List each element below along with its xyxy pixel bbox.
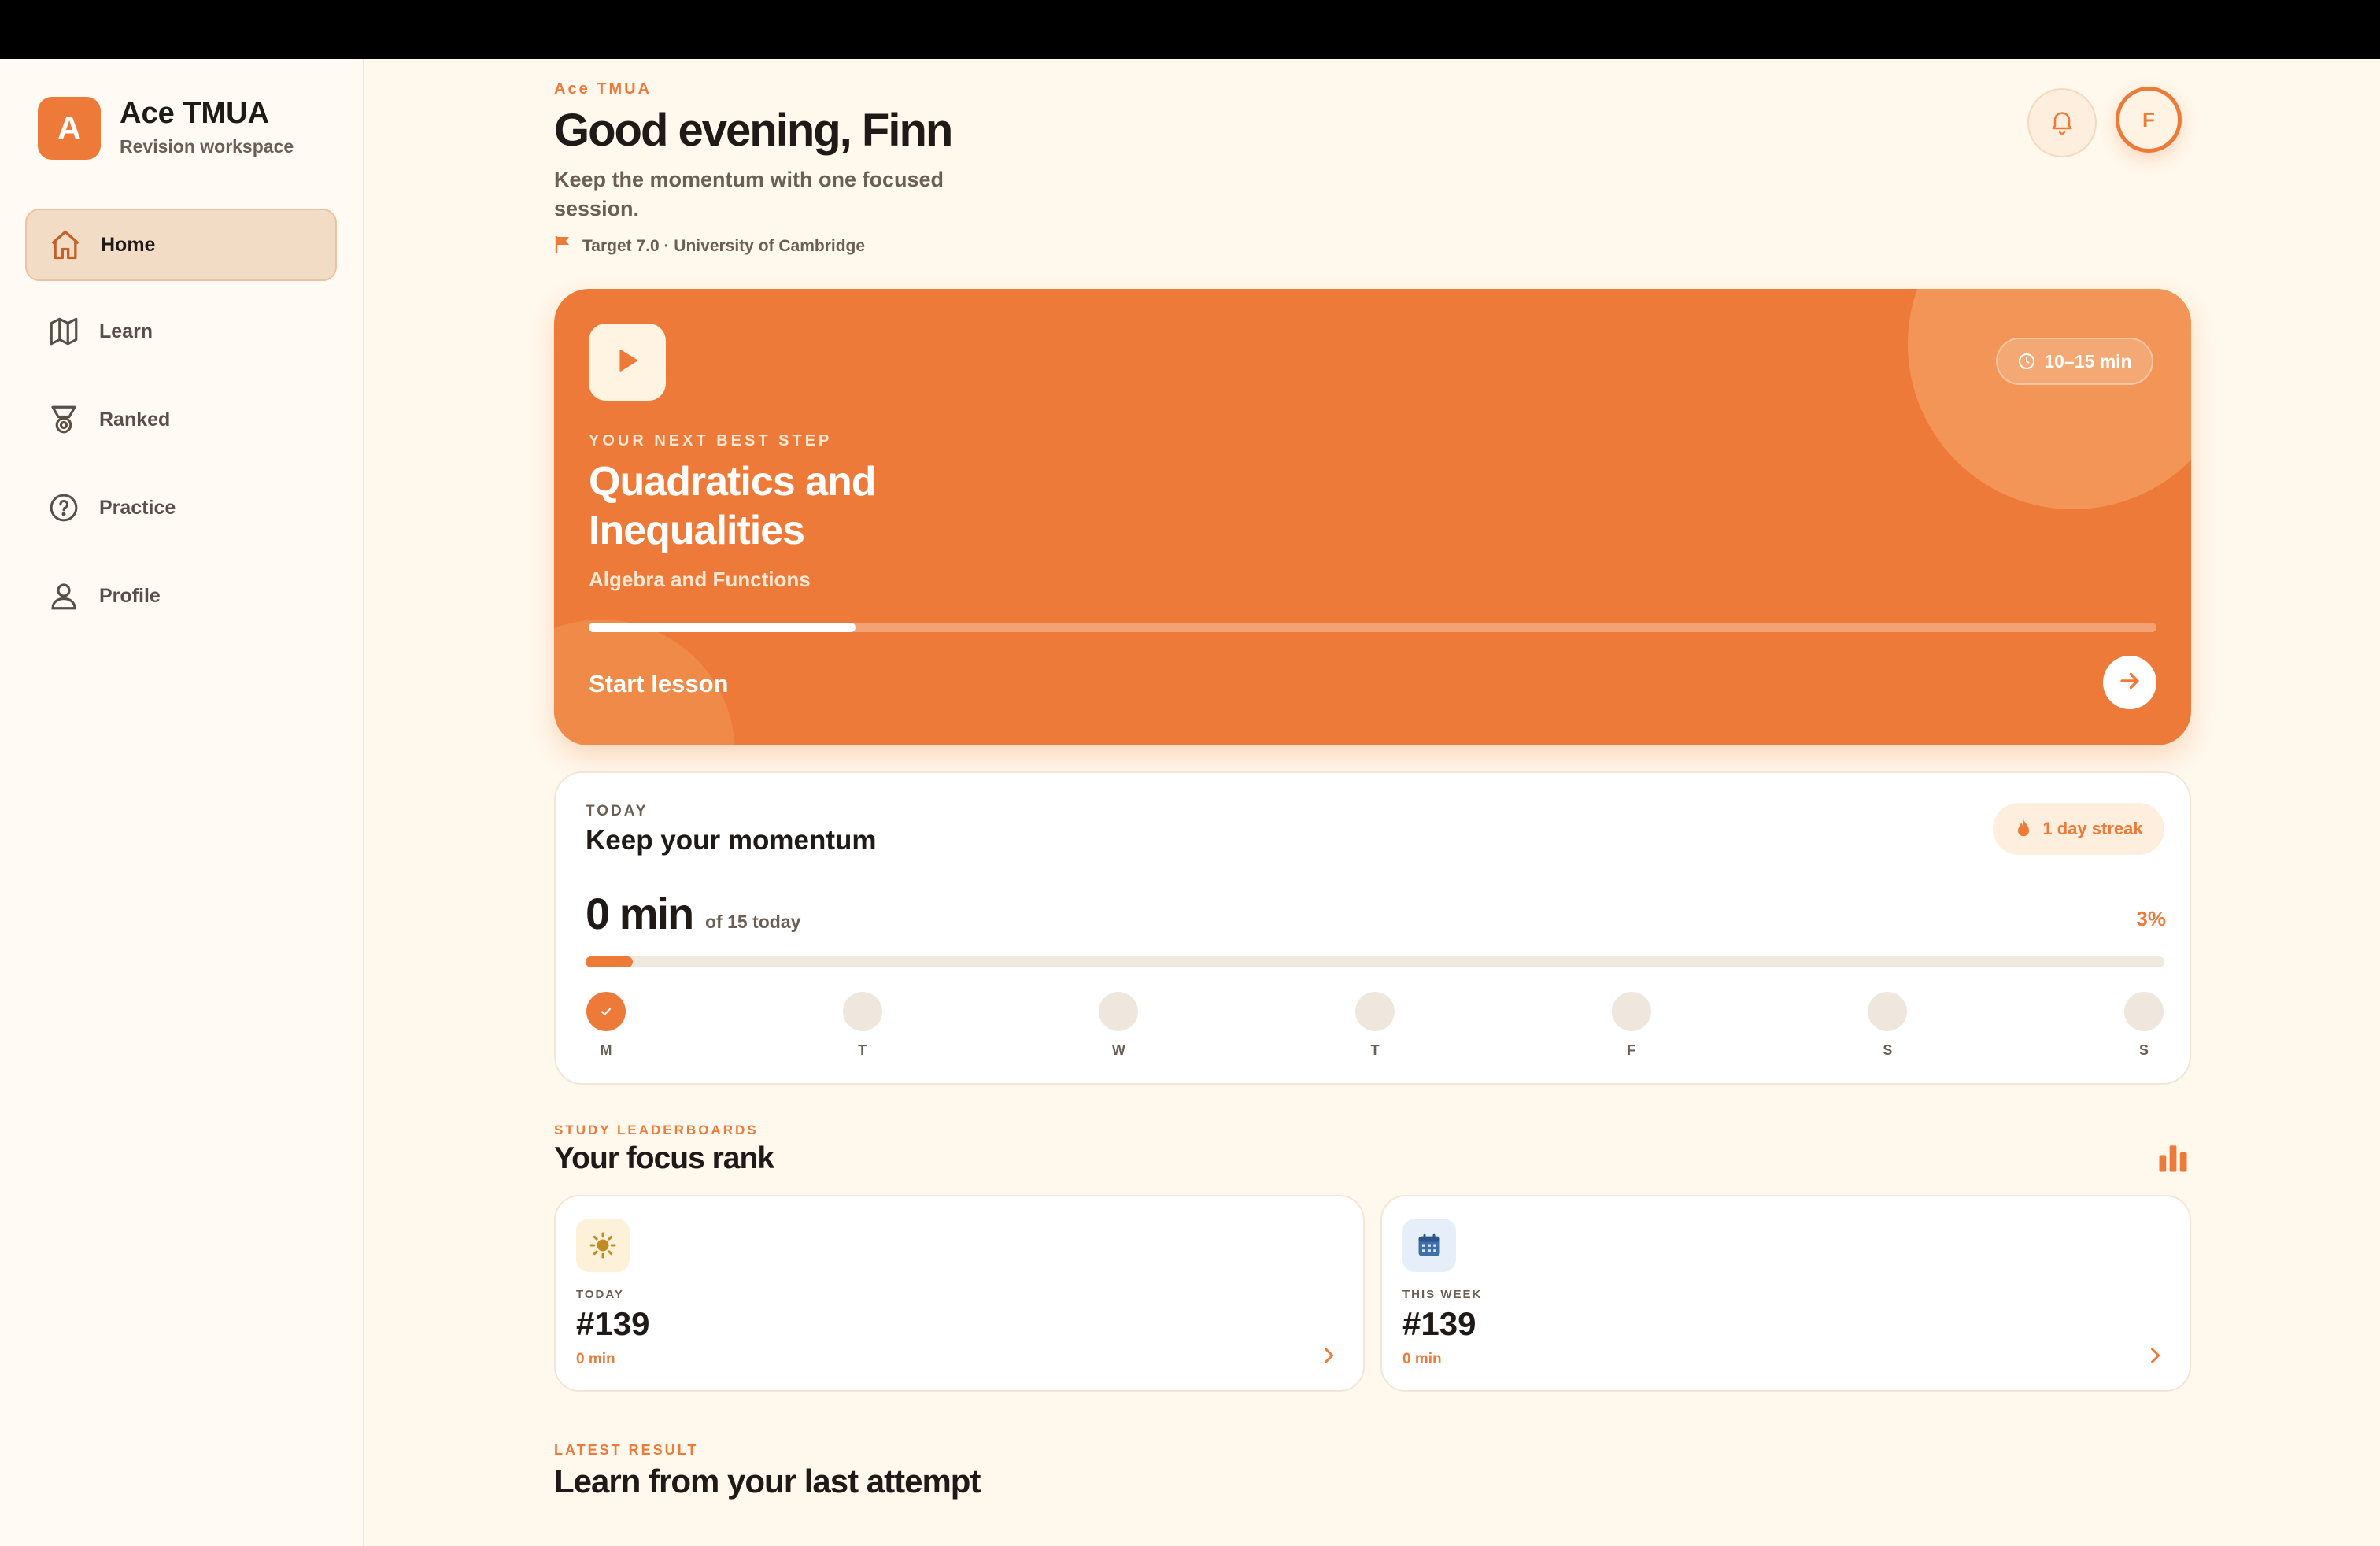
hero-eyebrow: YOUR NEXT BEST STEP	[589, 432, 833, 449]
sidebar-item-profile[interactable]: Profile	[25, 560, 337, 632]
day-label: S	[1883, 1042, 1893, 1058]
week-days: M T W T F S S	[586, 992, 2164, 1063]
day-item: S	[2123, 992, 2164, 1059]
bell-icon	[2048, 107, 2076, 139]
target-text: Target 7.0 · University of Cambridge	[582, 237, 866, 255]
rank-value: #139	[576, 1305, 650, 1342]
app-title: Ace TMUA	[120, 97, 270, 130]
medal-icon	[46, 401, 82, 438]
sidebar-item-label: Practice	[99, 496, 176, 519]
daily-progress-bar	[586, 956, 2164, 967]
play-button[interactable]	[589, 324, 666, 401]
day-label: T	[1370, 1042, 1380, 1058]
user-icon	[46, 578, 82, 614]
map-icon	[46, 313, 82, 350]
avatar[interactable]: F	[2116, 87, 2182, 153]
day-dot	[2124, 992, 2164, 1031]
flame-icon	[2014, 818, 2033, 840]
window-top-bar	[0, 0, 2380, 59]
start-lesson-button[interactable]: Start lesson	[589, 670, 728, 698]
day-dot	[586, 992, 626, 1031]
clock-icon	[2017, 352, 2036, 371]
minutes-goal: of 15 today	[705, 912, 801, 932]
header-eyebrow: Ace TMUA	[554, 80, 652, 98]
progress-percent: 3%	[2136, 907, 2166, 930]
next-step-card[interactable]: 10–15 min YOUR NEXT BEST STEP Quadratics…	[554, 289, 2191, 745]
chevron-right-icon	[1318, 1344, 1340, 1370]
sidebar-item-ranked[interactable]: Ranked	[25, 383, 337, 456]
notifications-button[interactable]	[2027, 88, 2097, 157]
day-item: W	[1098, 992, 1139, 1059]
leaderboards-eyebrow: STUDY LEADERBOARDS	[554, 1123, 759, 1137]
rank-period: TODAY	[576, 1288, 624, 1301]
streak-text: 1 day streak	[2042, 819, 2143, 838]
sidebar-item-label: Profile	[99, 584, 161, 607]
latest-result-title: Learn from your last attempt	[554, 1463, 981, 1500]
day-dot	[1611, 992, 1651, 1031]
lesson-progress-fill	[589, 623, 856, 632]
minutes-today: 0 min	[586, 889, 694, 938]
sidebar-item-learn[interactable]: Learn	[25, 295, 337, 368]
calendar-icon	[1402, 1219, 1456, 1272]
lesson-topic: Algebra and Functions	[589, 568, 811, 591]
sidebar-item-home[interactable]: Home	[25, 209, 337, 281]
duration-text: 10–15 min	[2044, 350, 2132, 372]
page-subtitle: Keep the momentum with one focused sessi…	[554, 168, 944, 220]
day-dot	[1099, 992, 1139, 1031]
app-logo[interactable]: A	[38, 97, 101, 160]
day-item: M	[586, 992, 626, 1059]
rank-period: THIS WEEK	[1402, 1288, 1483, 1301]
momentum-eyebrow: TODAY	[586, 803, 649, 819]
lesson-progress-bar	[589, 623, 2156, 632]
day-label: T	[858, 1042, 867, 1058]
app-subtitle: Revision workspace	[120, 136, 294, 157]
rank-card-today[interactable]: TODAY #139 0 min	[554, 1195, 1365, 1392]
decor-circle	[1908, 289, 2191, 509]
day-item: S	[1867, 992, 1908, 1059]
streak-badge: 1 day streak	[1993, 803, 2164, 855]
day-label: F	[1627, 1042, 1636, 1058]
rank-card-week[interactable]: THIS WEEK #139 0 min	[1380, 1195, 2191, 1392]
rank-minutes: 0 min	[1402, 1351, 1442, 1367]
chevron-right-icon	[2144, 1344, 2166, 1370]
home-icon	[47, 227, 83, 263]
page-title: Good evening, Finn	[554, 105, 953, 156]
lesson-title: Quadratics and Inequalities	[589, 459, 877, 553]
day-item: F	[1611, 992, 1652, 1059]
target-info: Target 7.0 · University of Cambridge	[554, 235, 865, 258]
duration-badge: 10–15 min	[1996, 338, 2153, 385]
rank-minutes: 0 min	[576, 1351, 615, 1367]
bar-chart-icon[interactable]	[2156, 1141, 2190, 1178]
arrow-right-icon	[2116, 668, 2143, 698]
flag-icon	[554, 235, 571, 258]
start-lesson-arrow-button[interactable]	[2103, 656, 2156, 709]
sidebar-item-label: Ranked	[99, 408, 171, 431]
day-dot	[1868, 992, 1908, 1031]
day-dot	[1355, 992, 1395, 1031]
momentum-card: TODAY Keep your momentum 1 day streak 0 …	[554, 771, 2191, 1085]
day-label: W	[1111, 1042, 1125, 1058]
day-dot	[842, 992, 882, 1031]
latest-result-eyebrow: LATEST RESULT	[554, 1442, 699, 1458]
sidebar: A Ace TMUA Revision workspace Home Learn…	[0, 59, 364, 1546]
question-circle-icon	[46, 490, 82, 526]
day-label: M	[600, 1042, 612, 1058]
sun-icon	[576, 1219, 630, 1272]
daily-progress-fill	[586, 956, 634, 967]
play-icon	[612, 345, 643, 380]
sidebar-item-label: Home	[101, 233, 156, 256]
day-label: S	[2138, 1042, 2149, 1058]
sidebar-item-practice[interactable]: Practice	[25, 472, 337, 544]
day-item: T	[1354, 992, 1395, 1059]
check-icon	[601, 1008, 612, 1015]
leaderboards-title: Your focus rank	[554, 1141, 774, 1175]
momentum-title: Keep your momentum	[586, 825, 877, 856]
day-item: T	[842, 992, 883, 1059]
rank-value: #139	[1402, 1305, 1476, 1342]
sidebar-item-label: Learn	[99, 320, 153, 342]
